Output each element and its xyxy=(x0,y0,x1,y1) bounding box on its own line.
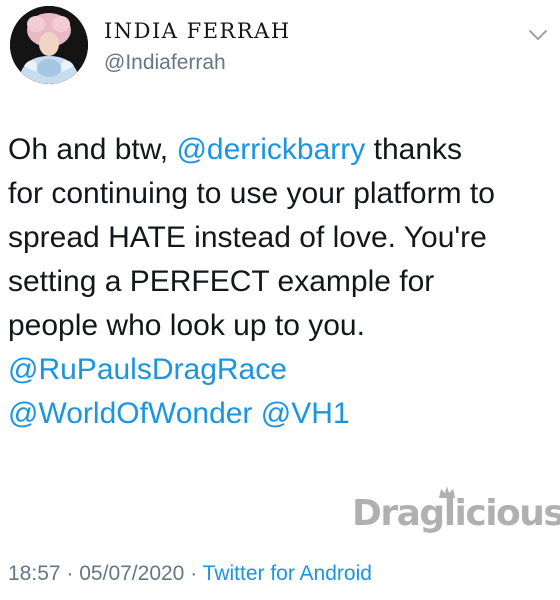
tweet-time[interactable]: 18:57 xyxy=(8,562,61,585)
tweet-date[interactable]: 05/07/2020 xyxy=(79,562,184,585)
profile-photo-icon xyxy=(10,6,88,84)
mention-link[interactable]: @WorldOfWonder xyxy=(8,397,252,430)
tweet-text-line: @RuPaulsDragRace xyxy=(8,348,556,392)
tweet-text-segment: for continuing to use your platform to xyxy=(8,177,495,210)
crown-icon xyxy=(439,486,455,498)
chevron-down-icon[interactable] xyxy=(528,28,548,42)
tweet-text-line: Oh and btw, @derrickbarry thanks xyxy=(8,128,556,172)
tweet-text-segment: thanks xyxy=(365,133,463,166)
mention-link[interactable]: @VH1 xyxy=(261,397,350,430)
tweet-text-segment: setting a PERFECT example for xyxy=(8,265,435,298)
author-display-name[interactable]: INDIA FERRAH xyxy=(104,19,291,43)
watermark-logo: Draglicious xyxy=(352,485,560,541)
tweet-text-line: for continuing to use your platform to xyxy=(8,172,556,216)
tweet-text-line: @WorldOfWonder @VH1 xyxy=(8,392,556,436)
tweet-text-line: people who look up to you. xyxy=(8,304,556,348)
meta-separator: · xyxy=(190,562,198,585)
tweet-meta: 18:57 · 05/07/2020 · Twitter for Android xyxy=(8,562,372,586)
tweet-text-segment: Oh and btw, xyxy=(8,133,177,166)
tweet-text-line: setting a PERFECT example for xyxy=(8,260,556,304)
tweet-text: Oh and btw, @derrickbarry thanks for cont… xyxy=(8,128,556,436)
tweet-text-segment xyxy=(252,397,260,430)
author-handle[interactable]: @Indiaferrah xyxy=(104,51,226,75)
mention-link[interactable]: @derrickbarry xyxy=(176,133,365,166)
mention-link[interactable]: @RuPaulsDragRace xyxy=(8,353,287,386)
tweet-source-link[interactable]: Twitter for Android xyxy=(203,562,372,585)
tweet-text-segment: people who look up to you. xyxy=(8,309,365,342)
meta-separator: · xyxy=(66,562,74,585)
tweet-text-line: spread HATE instead of love. You're xyxy=(8,216,556,260)
tweet-card: INDIA FERRAH @Indiaferrah Oh and btw, @d… xyxy=(0,0,560,600)
tweet-text-segment: spread HATE instead of love. You're xyxy=(8,221,487,254)
avatar[interactable] xyxy=(10,6,88,84)
watermark-text: Draglicious xyxy=(352,493,560,534)
